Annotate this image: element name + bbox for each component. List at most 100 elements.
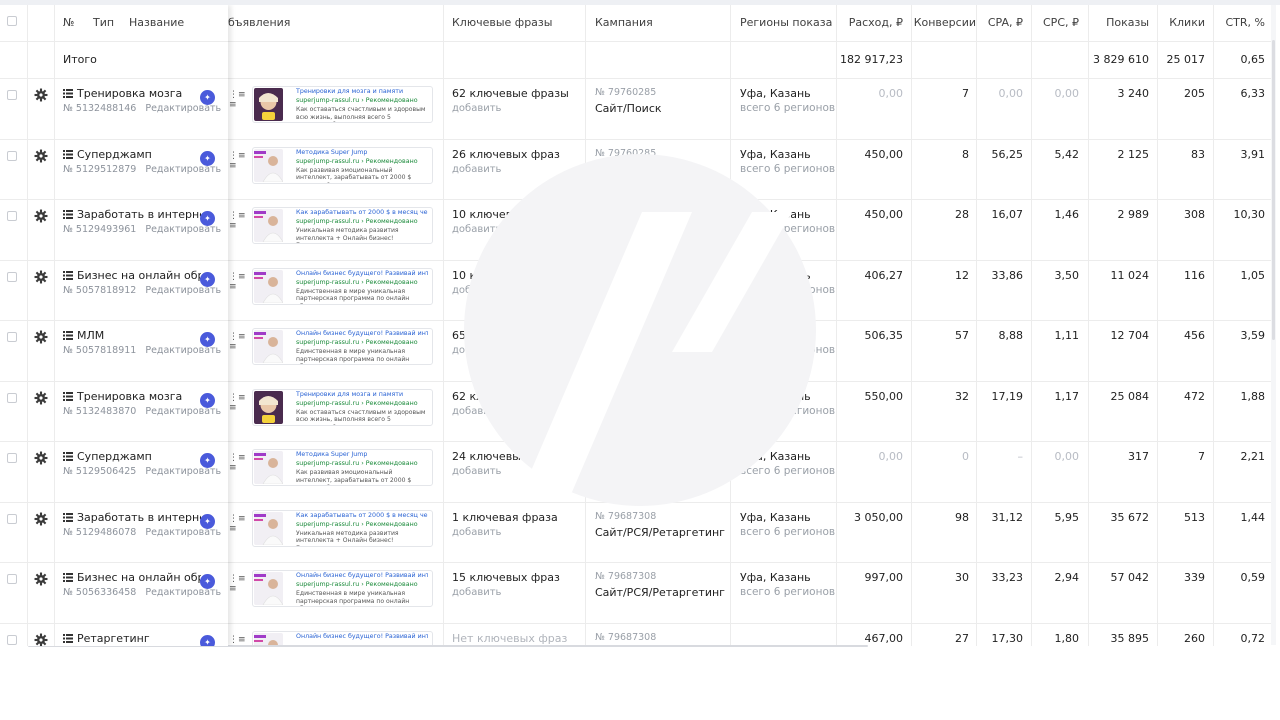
settings-gear-icon[interactable] xyxy=(34,633,48,647)
autotargeting-badge-icon[interactable]: ✦ xyxy=(200,150,215,166)
add-keywords-link[interactable]: добавить xyxy=(452,103,501,114)
add-keywords-link[interactable]: добавить xyxy=(452,466,501,477)
regions[interactable]: Уфа, Казань xyxy=(740,269,811,282)
regions[interactable]: Уфа, Казань xyxy=(740,329,811,342)
campaign-id[interactable]: № 79760285 xyxy=(595,87,656,98)
header-conversions[interactable]: Конверсии xyxy=(911,5,976,42)
add-keywords-link[interactable]: добавить xyxy=(452,345,501,356)
autotargeting-badge-icon[interactable]: ✦ xyxy=(200,392,215,408)
settings-gear-icon[interactable] xyxy=(34,391,48,405)
header-cpc[interactable]: CPC, ₽ xyxy=(1031,5,1079,42)
header-regions[interactable]: Регионы показа xyxy=(740,5,832,42)
group-name[interactable]: Суперджамп xyxy=(63,450,201,464)
ad-preview[interactable]: Онлайн бизнес будущего! Развивай интелле… xyxy=(252,630,433,646)
keywords-count[interactable]: Нет ключевых фраз xyxy=(452,632,567,645)
header-type[interactable]: Тип xyxy=(93,5,114,42)
group-name[interactable]: Ретаргетинг xyxy=(63,632,201,646)
group-name[interactable]: Тренировка мозга xyxy=(63,87,201,101)
row-checkbox[interactable] xyxy=(7,513,17,524)
ad-title[interactable]: Методика Super Jump xyxy=(296,149,428,156)
campaign-id[interactable]: № 79687308 xyxy=(595,511,656,522)
campaign-id[interactable]: № 79687308 xyxy=(595,571,656,582)
regions[interactable]: Уфа, Казань xyxy=(740,511,811,524)
ad-preview[interactable]: Онлайн бизнес будущего! Развивай интелле… xyxy=(252,570,433,607)
add-keywords-link[interactable]: добавить xyxy=(452,406,501,417)
autotargeting-badge-icon[interactable]: ✦ xyxy=(200,574,215,589)
add-keywords-link[interactable]: добавить xyxy=(452,587,501,598)
keywords-count[interactable]: 62 ключевые фразы xyxy=(452,390,569,403)
header-keywords[interactable]: Ключевые фразы xyxy=(452,5,552,42)
campaign-id[interactable]: № 79760285 xyxy=(595,148,656,159)
settings-gear-icon[interactable] xyxy=(34,572,48,586)
ad-title[interactable]: Методика Super Jump xyxy=(296,451,428,458)
ad-title[interactable]: Онлайн бизнес будущего! Развивай интелле… xyxy=(296,572,428,579)
header-num[interactable]: № xyxy=(63,5,74,42)
group-name[interactable]: МЛМ xyxy=(63,329,201,343)
add-keywords-link[interactable]: добавить xyxy=(452,224,501,235)
ad-preview[interactable]: Методика Super Jump superjump-rassul.ru ›… xyxy=(252,146,433,184)
ad-preview[interactable]: Как зарабатывать от 2000 $ в месяц через… xyxy=(252,207,433,244)
keywords-count[interactable]: 15 ключевых фраз xyxy=(452,571,560,584)
group-name[interactable]: Тренировка мозга xyxy=(63,390,201,404)
campaign-id[interactable]: № 79687308 xyxy=(595,450,656,461)
settings-gear-icon[interactable] xyxy=(34,451,48,465)
ad-title[interactable]: Онлайн бизнес будущего! Развивай интелле… xyxy=(296,330,428,337)
keywords-count[interactable]: 10 ключевых фраз xyxy=(452,208,560,221)
regions[interactable]: Уфа, Казань xyxy=(740,87,811,100)
autotargeting-badge-icon[interactable]: ✦ xyxy=(200,513,215,529)
regions[interactable]: Уфа, Казань xyxy=(740,390,811,403)
add-keywords-link[interactable]: добавить xyxy=(452,164,501,175)
header-ads[interactable]: бъявления xyxy=(228,5,290,42)
row-checkbox[interactable] xyxy=(7,574,17,584)
keywords-count[interactable]: 10 ключевых фраз xyxy=(452,269,560,282)
ad-preview[interactable]: Как зарабатывать от 2000 $ в месяц через… xyxy=(252,509,433,547)
group-name[interactable]: Заработать в интернете xyxy=(63,511,201,525)
campaign-id[interactable]: № 79687308 xyxy=(595,632,656,643)
campaign-id[interactable]: № 79760285 xyxy=(595,208,656,219)
autotargeting-badge-icon[interactable]: ✦ xyxy=(200,634,215,646)
ad-title[interactable]: Онлайн бизнес будущего! Развивай интелле… xyxy=(296,633,428,640)
settings-gear-icon[interactable] xyxy=(34,512,48,526)
row-checkbox[interactable] xyxy=(7,90,17,100)
header-campaign[interactable]: Кампания xyxy=(595,5,653,42)
ad-preview[interactable]: Тренировки для мозга и памяти superjump-r… xyxy=(252,388,433,426)
header-impressions[interactable]: Показы xyxy=(1088,5,1149,42)
ad-title[interactable]: Тренировки для мозга и памяти xyxy=(296,88,428,95)
row-checkbox[interactable] xyxy=(7,453,17,463)
group-name[interactable]: Заработать в интернете xyxy=(63,208,201,222)
regions[interactable]: Уфа, Казань xyxy=(740,450,811,463)
settings-gear-icon[interactable] xyxy=(34,88,48,102)
ad-preview[interactable]: Онлайн бизнес будущего! Развивай интелле… xyxy=(252,328,433,365)
campaign-id[interactable]: № 79760285 xyxy=(595,329,656,340)
autotargeting-badge-icon[interactable]: ✦ xyxy=(200,453,215,468)
settings-gear-icon[interactable] xyxy=(34,330,48,344)
header-clicks[interactable]: Клики xyxy=(1157,5,1205,42)
add-keywords-link[interactable]: добавить xyxy=(452,285,501,296)
group-name[interactable]: Бизнес на онлайн образе xyxy=(63,269,201,283)
row-checkbox[interactable] xyxy=(7,392,17,403)
regions[interactable]: Уфа, Казань xyxy=(740,571,811,584)
vertical-scrollbar[interactable] xyxy=(1272,40,1275,340)
group-name[interactable]: Суперджамп xyxy=(63,148,201,162)
row-checkbox[interactable] xyxy=(7,634,17,645)
autotargeting-badge-icon[interactable]: ✦ xyxy=(200,211,215,226)
autotargeting-badge-icon[interactable]: ✦ xyxy=(200,332,215,347)
campaign-id[interactable]: № 79760285 xyxy=(595,269,656,280)
add-keywords-link[interactable]: добавить xyxy=(452,527,501,538)
row-checkbox[interactable] xyxy=(7,211,17,221)
row-checkbox[interactable] xyxy=(7,150,17,161)
header-cpa[interactable]: CPA, ₽ xyxy=(976,5,1023,42)
settings-gear-icon[interactable] xyxy=(34,209,48,223)
regions[interactable]: Уфа, Казань xyxy=(740,208,811,221)
autotargeting-badge-icon[interactable]: ✦ xyxy=(200,90,215,105)
campaign-id[interactable]: № 79687308 xyxy=(595,390,656,401)
ad-title[interactable]: Тренировки для мозга и памяти xyxy=(296,391,428,398)
keywords-count[interactable]: 24 ключевые фразы xyxy=(452,450,569,463)
settings-gear-icon[interactable] xyxy=(34,149,48,163)
autotargeting-badge-icon[interactable]: ✦ xyxy=(200,271,215,287)
ad-title[interactable]: Онлайн бизнес будущего! Развивай интелле… xyxy=(296,270,428,277)
ad-title[interactable]: Как зарабатывать от 2000 $ в месяц через… xyxy=(296,512,428,519)
row-checkbox[interactable] xyxy=(7,332,17,342)
ad-title[interactable]: Как зарабатывать от 2000 $ в месяц через… xyxy=(296,209,428,216)
group-name[interactable]: Бизнес на онлайн образе xyxy=(63,571,201,585)
